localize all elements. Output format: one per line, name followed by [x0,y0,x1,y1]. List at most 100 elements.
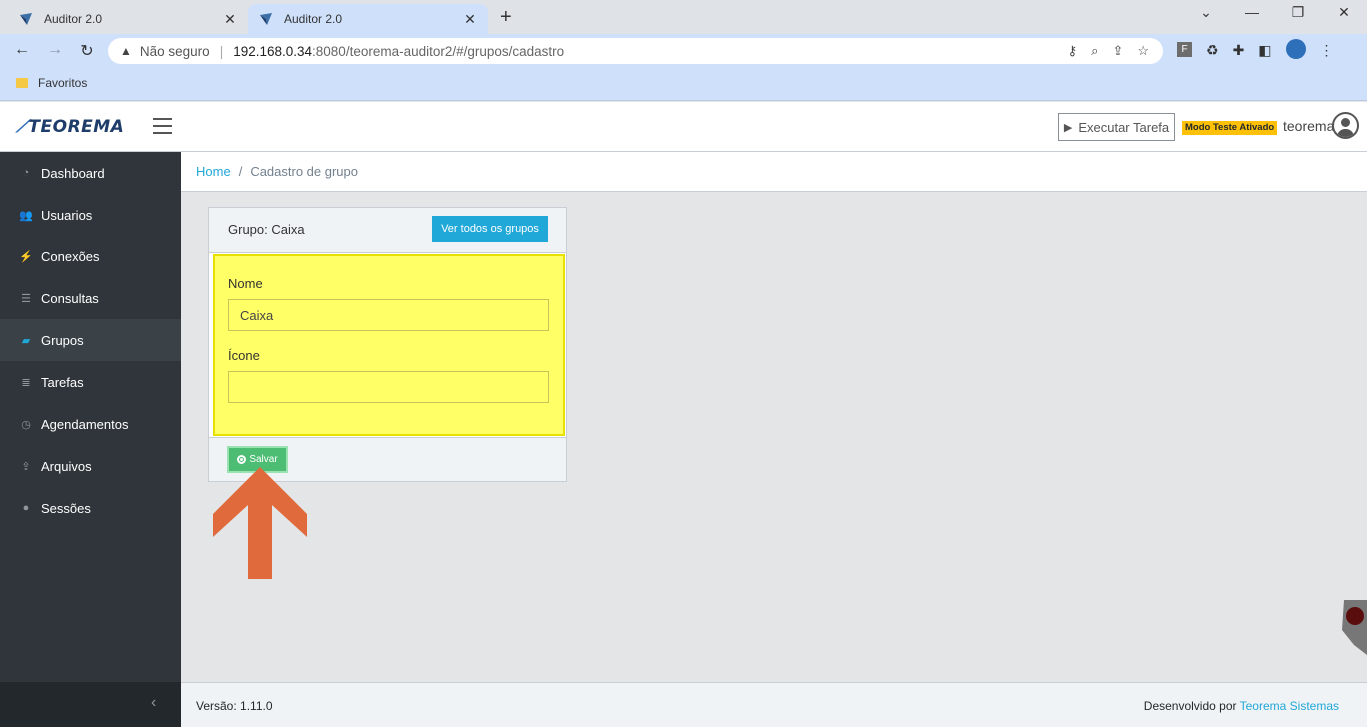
sidebar-item-grupos[interactable]: ▰ Grupos [0,319,181,361]
browser-toolbar: ← → ↻ ▲ Não seguro | 192.168.0.34:8080/t… [0,34,1367,68]
back-icon[interactable]: ← [12,41,32,59]
forward-icon[interactable]: → [45,41,65,59]
restore-icon[interactable]: ❐ [1275,4,1321,21]
breadcrumb-home-link[interactable]: Home [196,164,231,179]
sidebar-footer: ‹ [0,682,181,727]
side-panel-icon[interactable]: ◧ [1258,42,1271,59]
username[interactable]: teorema [1283,118,1334,134]
logo-swoosh-icon: ⟋ [16,117,29,137]
sidebar-item-conexoes[interactable]: ⚡ Conexões [0,235,181,277]
app-footer: Versão: 1.11.0 Desenvolvido por Teorema … [181,682,1367,727]
collapse-sidebar-icon[interactable]: ‹ [151,694,156,712]
extensions-puzzle-icon[interactable]: ✚ [1233,42,1245,59]
tab-search-icon[interactable]: ⌄ [1183,4,1229,21]
card-header: Grupo: Caixa Ver todos os grupos [209,208,566,253]
sidebar-item-label: Grupos [41,332,84,348]
sidebar-item-label: Arquivos [41,458,92,474]
sidebar-item-label: Dashboard [41,165,105,181]
icon-input[interactable] [228,371,549,403]
database-icon: ☰ [21,292,31,305]
tab-title: Auditor 2.0 [284,12,343,26]
security-label: Não seguro [139,43,210,59]
sidebar-item-consultas[interactable]: ☰ Consultas [0,277,181,319]
upload-icon: ⇪ [21,460,31,473]
app-header: ⟋TEOREMA ▶ Executar Tarefa Modo Teste At… [0,102,1367,152]
sidebar-item-arquivos[interactable]: ⇪ Arquivos [0,445,181,487]
users-icon: 👥 [19,209,33,222]
sidebar-item-label: Tarefas [41,374,84,390]
key-icon[interactable]: ⚷ [1068,43,1078,59]
teorema-favicon-icon [258,11,274,27]
company-link[interactable]: Teorema Sistemas [1240,699,1339,713]
sidebar-item-agendamentos[interactable]: ◷ Agendamentos [0,403,181,445]
sidebar-item-dashboard[interactable]: ◔ Dashboard [0,152,181,194]
star-icon[interactable]: ☆ [1137,43,1149,59]
dot-circle-icon [237,455,247,464]
share-icon[interactable]: ⇪ [1112,43,1123,59]
bookmark-label: Favoritos [38,76,88,90]
group-form-card: Grupo: Caixa Ver todos os grupos Nome Íc… [208,207,567,482]
address-bar[interactable]: ▲ Não seguro | 192.168.0.34:8080/teorema… [108,38,1163,64]
plug-icon: ⚡ [19,250,33,263]
address-separator: | [219,43,224,59]
sidebar-item-sessoes[interactable]: ● Sessões [0,487,181,529]
save-label: Salvar [249,454,278,465]
close-window-icon[interactable]: ✕ [1321,4,1367,21]
close-tab-icon[interactable]: ✕ [222,11,238,28]
folder-open-icon: ▰ [21,334,31,347]
profile-icon[interactable] [1285,39,1306,59]
card-body-highlighted: Nome Ícone [213,254,565,436]
developer-credit: Desenvolvido por Teorema Sistemas [1144,699,1339,713]
view-all-groups-button[interactable]: Ver todos os grupos [432,216,548,242]
warning-icon[interactable]: ▲ [120,44,132,58]
minimize-icon[interactable]: — [1229,4,1275,20]
tab-title: Auditor 2.0 [44,12,103,26]
reload-icon[interactable]: ↻ [77,41,97,61]
hamburger-menu-icon[interactable] [153,118,172,134]
test-mode-badge: Modo Teste Ativado [1182,121,1278,135]
close-tab-icon[interactable]: ✕ [462,11,478,28]
card-title: Grupo: Caixa [228,222,305,237]
url-host: 192.168.0.34 [233,43,313,59]
sidebar-item-tarefas[interactable]: ≣ Tarefas [0,361,181,403]
folder-icon [16,78,28,88]
clock-icon: ◷ [21,418,31,431]
breadcrumb-current: Cadastro de grupo [250,164,358,179]
sidebar: ◔ Dashboard 👥 Usuarios ⚡ Conexões ☰ Cons… [0,152,181,682]
sidebar-item-label: Consultas [41,290,99,306]
logo-text: TEOREMA [28,117,125,137]
dashboard-icon: ◔ [22,167,30,179]
user-icon: ● [22,502,30,514]
bookmarks-bar: Favoritos [0,68,1367,101]
menu-kebab-icon[interactable]: ⋮ [1320,42,1334,59]
zoom-icon[interactable]: ⌕ [1091,43,1098,59]
teorema-logo[interactable]: ⟋TEOREMA [16,117,124,137]
breadcrumb-separator: / [238,164,243,179]
extension-f-icon[interactable]: F [1177,42,1192,57]
name-label: Nome [228,276,263,291]
sidebar-item-label: Sessões [41,500,91,516]
annotation-arrow-up-icon [213,467,307,579]
breadcrumb: Home / Cadastro de grupo [181,152,1367,192]
browser-tab-bar: Auditor 2.0 ✕ Auditor 2.0 ✕ + ⌄ — ❐ ✕ [0,0,1367,34]
teorema-favicon-icon [18,11,34,27]
sidebar-item-usuarios[interactable]: 👥 Usuarios [0,194,181,236]
user-avatar-icon[interactable] [1332,112,1359,139]
execute-task-label: Executar Tarefa [1078,119,1170,135]
new-tab-icon[interactable]: + [500,6,512,29]
bookmark-favoritos[interactable]: Favoritos [16,76,87,90]
execute-task-button[interactable]: ▶ Executar Tarefa [1058,113,1175,141]
play-icon: ▶ [1063,121,1073,134]
developed-by-text: Desenvolvido por [1143,699,1237,713]
browser-tab-active[interactable]: Auditor 2.0 ✕ [248,4,488,34]
floating-record-widget-icon[interactable] [1340,600,1367,655]
sidebar-item-label: Usuarios [41,207,93,223]
version-text: Versão: 1.11.0 [196,699,273,713]
recycle-icon[interactable]: ♻ [1206,42,1219,59]
browser-tab[interactable]: Auditor 2.0 ✕ [8,4,248,34]
sidebar-item-label: Agendamentos [41,416,129,432]
url-path: :8080/teorema-auditor2/#/grupos/cadastro [312,43,565,59]
name-input[interactable] [228,299,549,331]
icon-label: Ícone [228,348,260,363]
tasks-icon: ≣ [21,376,31,389]
